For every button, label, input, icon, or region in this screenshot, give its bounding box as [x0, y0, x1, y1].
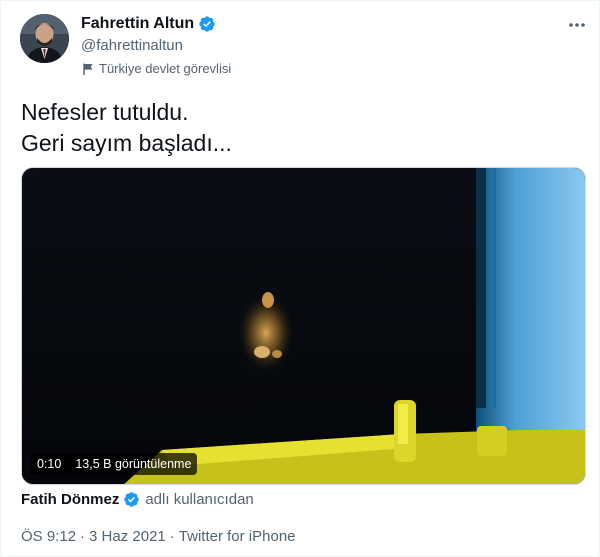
more-options-button[interactable] [565, 15, 589, 35]
meta-separator: · [169, 528, 175, 545]
author-name[interactable]: Fahrettin Altun [81, 15, 194, 33]
video-duration: 0:10 [37, 457, 62, 471]
tweet-date[interactable]: 3 Haz 2021 [89, 528, 166, 545]
meta-separator: · [80, 528, 86, 545]
author-avatar[interactable] [20, 14, 69, 63]
video-frame [22, 168, 585, 484]
video-info-overlay: 0:10 13,5 B görüntülenme [31, 453, 198, 475]
account-label: Türkiye devlet görevlisi [81, 61, 231, 76]
video-player[interactable] [21, 167, 586, 485]
attribution-suffix: adlı kullanıcıdan [145, 491, 254, 508]
video-attribution: Fatih Dönmez adlı kullanıcıdan [21, 491, 254, 508]
tweet-card: Fahrettin Altun @fahrettinaltun Türkiye … [0, 0, 600, 557]
verified-badge-icon [199, 16, 215, 32]
tweet-source[interactable]: Twitter for iPhone [179, 528, 296, 545]
video-view-count: 13,5 B görüntülenme [75, 457, 192, 471]
tweet-text-line: Nefesler tutuldu. [21, 99, 189, 125]
tweet-text-line: Geri sayım başladı... [21, 130, 232, 156]
tweet-meta: ÖS 9:12 · 3 Haz 2021 · Twitter for iPhon… [21, 528, 296, 545]
author-handle[interactable]: @fahrettinaltun [81, 37, 183, 54]
verified-badge-icon [124, 492, 140, 507]
author-name-row: Fahrettin Altun [81, 15, 216, 33]
tweet-time[interactable]: ÖS 9:12 [21, 528, 76, 545]
government-flag-icon [83, 63, 93, 75]
attribution-name[interactable]: Fatih Dönmez [21, 491, 119, 508]
more-options-icon [569, 23, 585, 27]
account-label-text: Türkiye devlet görevlisi [99, 61, 232, 76]
tweet-text: Nefesler tutuldu. Geri sayım başladı... [21, 97, 232, 159]
